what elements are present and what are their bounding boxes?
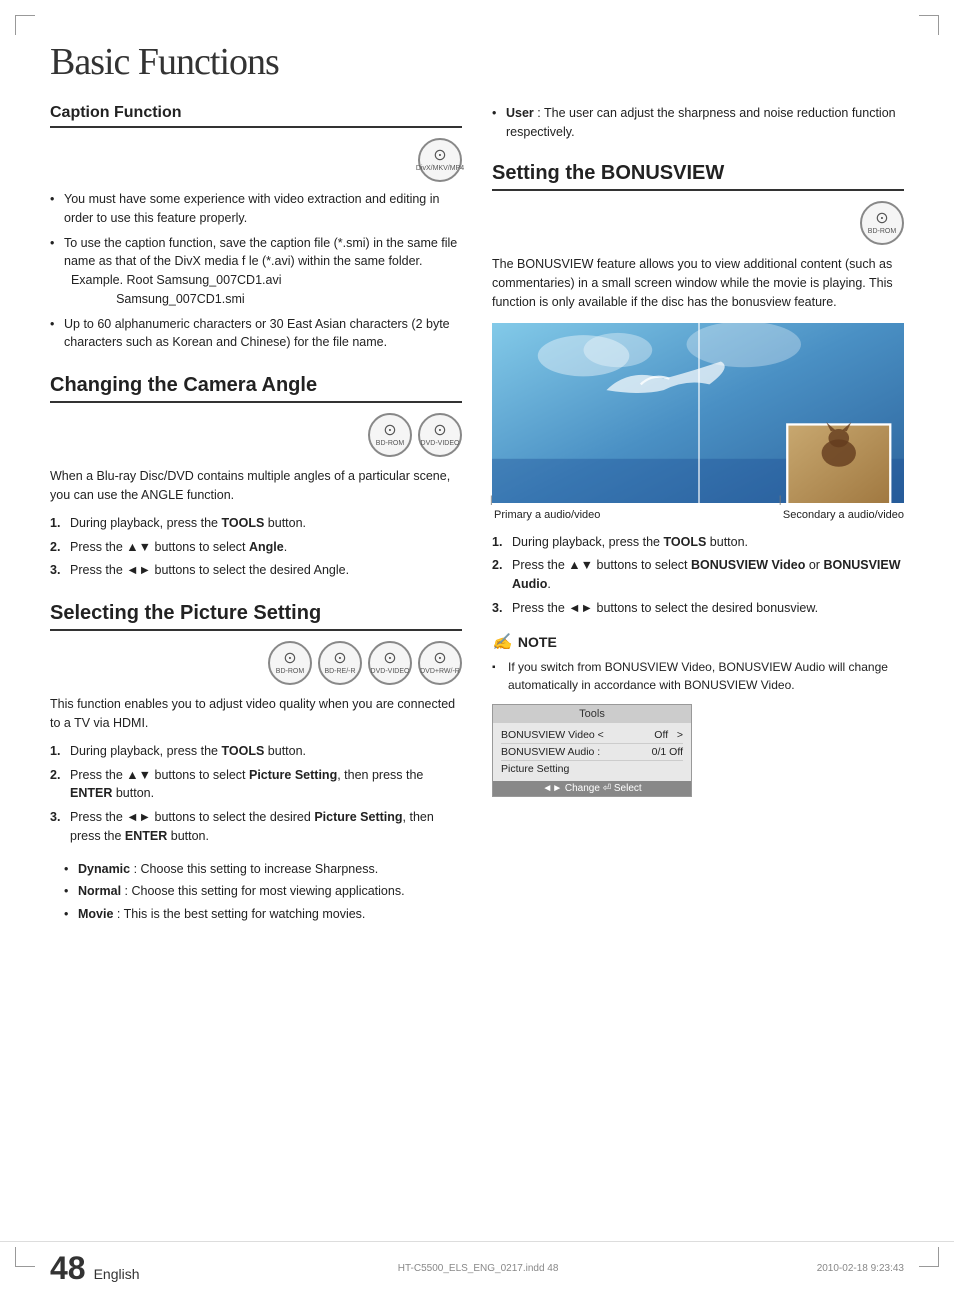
note-list: If you switch from BONUSVIEW Video, BONU… (492, 658, 904, 694)
dvdvideo-badge-2: ⊙ DVD-VIDEO (368, 641, 412, 685)
ps-step-3: 3. Press the ◄► buttons to select the de… (50, 808, 462, 846)
caption-bullet-list: You must have some experience with video… (50, 190, 462, 352)
step-num-2: 2. (50, 538, 60, 557)
note-icon: ✍ (492, 632, 512, 652)
user-bullet: User : The user can adjust the sharpness… (492, 104, 904, 142)
dvdvideo-label-1: DVD-VIDEO (421, 440, 460, 448)
bdrom-badge-3: ⊙ BD-ROM (860, 201, 904, 245)
bonusview-caption-row: Primary a audio/video Secondary a audio/… (492, 509, 904, 521)
camera-step-2: 2. Press the ▲▼ buttons to select Angle. (50, 538, 462, 557)
tools-row-1-label: BONUSVIEW Video < (501, 729, 604, 741)
dvdvideo-badge-1: ⊙ DVD-VIDEO (418, 413, 462, 457)
bdrom-label-3: BD-ROM (868, 228, 896, 236)
bv-step-1: 1. During playback, press the TOOLS butt… (492, 533, 904, 552)
camera-angle-section: Changing the Camera Angle ⊙ BD-ROM ⊙ DVD… (50, 374, 462, 580)
tools-row-2-value: 0/1 Off (652, 746, 683, 758)
footer-date: 2010-02-18 9:23:43 (817, 1263, 904, 1274)
corner-mark-tr (919, 15, 939, 35)
ps-normal: Normal : Choose this setting for most vi… (64, 882, 462, 901)
left-column: Caption Function ⊙ DivX/MKV/MP4 You must… (50, 104, 462, 946)
camera-angle-steps: 1. During playback, press the TOOLS butt… (50, 514, 462, 580)
dvdplusrw-label: DVD+RW/-R (420, 668, 460, 676)
camera-angle-intro: When a Blu-ray Disc/DVD contains multipl… (50, 467, 462, 506)
picture-setting-steps: 1. During playback, press the TOOLS butt… (50, 742, 462, 846)
divx-badge: ⊙ DivX/MKV/MP4 (418, 138, 462, 182)
camera-step-1: 1. During playback, press the TOOLS butt… (50, 514, 462, 533)
tools-row-1-value: Off > (654, 729, 683, 741)
right-column: User : The user can adjust the sharpness… (492, 104, 904, 946)
content-columns: Caption Function ⊙ DivX/MKV/MP4 You must… (50, 104, 904, 946)
picture-setting-intro: This function enables you to adjust vide… (50, 695, 462, 734)
dvdplusrw-badge: ⊙ DVD+RW/-R (418, 641, 462, 685)
picture-sub-bullets: Dynamic : Choose this setting to increas… (50, 860, 462, 924)
tools-ui-header: Tools (493, 705, 691, 723)
caption-icon-row: ⊙ DivX/MKV/MP4 (50, 138, 462, 182)
ps-step-1: 1. During playback, press the TOOLS butt… (50, 742, 462, 761)
note-section: ✍ NOTE If you switch from BONUSVIEW Vide… (492, 632, 904, 694)
step-num-3: 3. (50, 561, 60, 580)
caption-heading: Caption Function (50, 104, 462, 128)
picture-setting-heading: Selecting the Picture Setting (50, 602, 462, 631)
tools-row-2-label: BONUSVIEW Audio : (501, 746, 600, 758)
page-footer: 48 English HT-C5500_ELS_ENG_0217.indd 48… (0, 1241, 954, 1287)
dvdvideo-label-2: DVD-VIDEO (371, 668, 410, 676)
footer-filename: HT-C5500_ELS_ENG_0217.indd 48 (398, 1263, 559, 1274)
user-bullet-list: User : The user can adjust the sharpness… (492, 104, 904, 142)
bonusview-steps: 1. During playback, press the TOOLS butt… (492, 533, 904, 618)
note-label: NOTE (518, 634, 557, 650)
bonusview-image (492, 323, 904, 503)
tools-row-2: BONUSVIEW Audio : 0/1 Off (501, 744, 683, 761)
caption-section: Caption Function ⊙ DivX/MKV/MP4 You must… (50, 104, 462, 352)
bdrer-label: BD-RE/-R (324, 668, 355, 676)
divx-badge-label: DivX/MKV/MP4 (416, 165, 464, 173)
tools-row-3: Picture Setting (501, 761, 683, 777)
bdrom-label-1: BD-ROM (376, 440, 404, 448)
user-bullet-section: User : The user can adjust the sharpness… (492, 104, 904, 142)
bdrom-badge-1: ⊙ BD-ROM (368, 413, 412, 457)
tools-ui-body: BONUSVIEW Video < Off > BONUSVIEW Audio … (493, 723, 691, 781)
page-language: English (94, 1266, 140, 1282)
page-number-block: 48 English (50, 1250, 140, 1287)
bdrer-badge: ⊙ BD-RE/-R (318, 641, 362, 685)
tools-ui: Tools BONUSVIEW Video < Off > BONUSVIEW … (492, 704, 692, 797)
caption-bullet-2: To use the caption function, save the ca… (50, 234, 462, 309)
ps-dynamic: Dynamic : Choose this setting to increas… (64, 860, 462, 879)
corner-mark-tl (15, 15, 35, 35)
bonusview-divider (698, 323, 700, 503)
bv-step-2: 2. Press the ▲▼ buttons to select BONUSV… (492, 556, 904, 594)
bonusview-heading: Setting the BONUSVIEW (492, 162, 904, 191)
tools-ui-footer: ◄► Change ⏎ Select (493, 781, 691, 796)
picture-setting-section: Selecting the Picture Setting ⊙ BD-ROM ⊙… (50, 602, 462, 924)
picture-setting-icon-row: ⊙ BD-ROM ⊙ BD-RE/-R ⊙ DVD-VIDEO ⊙ DVD+RW… (50, 641, 462, 685)
ps-movie: Movie : This is the best setting for wat… (64, 905, 462, 924)
bonusview-intro: The BONUSVIEW feature allows you to view… (492, 255, 904, 313)
caption-bullet-3: Up to 60 alphanumeric characters or 30 E… (50, 315, 462, 353)
bonusview-icon-row: ⊙ BD-ROM (492, 201, 904, 245)
ps-step-2: 2. Press the ▲▼ buttons to select Pictur… (50, 766, 462, 804)
tools-row-3-label: Picture Setting (501, 763, 569, 775)
note-heading: ✍ NOTE (492, 632, 904, 652)
bdrom-icon-1: ⊙ (383, 421, 396, 440)
bv-step-3: 3. Press the ◄► buttons to select the de… (492, 599, 904, 618)
main-title: Basic Functions (50, 40, 904, 84)
bonusview-image-container: Primary a audio/video Secondary a audio/… (492, 323, 904, 521)
step-num-1: 1. (50, 514, 60, 533)
camera-angle-heading: Changing the Camera Angle (50, 374, 462, 403)
disc-icon: ⊙ (433, 146, 446, 165)
dvdvideo-icon-1: ⊙ (433, 421, 446, 440)
tools-row-1: BONUSVIEW Video < Off > (501, 727, 683, 744)
page-number: 48 (50, 1250, 86, 1287)
bdrom-badge-2: ⊙ BD-ROM (268, 641, 312, 685)
note-item-1: If you switch from BONUSVIEW Video, BONU… (492, 658, 904, 694)
bdrom-label-2: BD-ROM (276, 668, 304, 676)
camera-step-3: 3. Press the ◄► buttons to select the de… (50, 561, 462, 580)
bonusview-caption-secondary: Secondary a audio/video (781, 509, 904, 521)
caption-bullet-1: You must have some experience with video… (50, 190, 462, 228)
page-wrapper: Basic Functions Caption Function ⊙ DivX/… (0, 0, 954, 1307)
camera-angle-icon-row: ⊙ BD-ROM ⊙ DVD-VIDEO (50, 413, 462, 457)
bonusview-caption-primary: Primary a audio/video (492, 509, 600, 521)
bonusview-section: Setting the BONUSVIEW ⊙ BD-ROM The BONUS… (492, 162, 904, 797)
